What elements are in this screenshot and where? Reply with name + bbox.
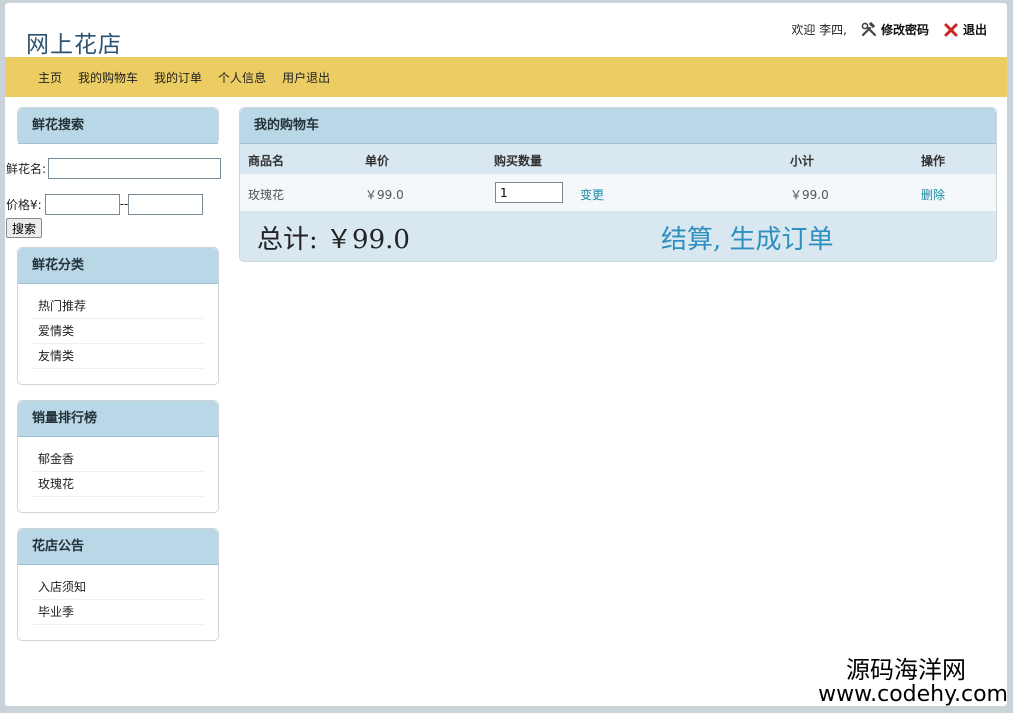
welcome-text: 欢迎 李四, — [791, 23, 847, 37]
category-item-love[interactable]: 爱情类 — [32, 319, 204, 344]
table-row: 玫瑰花 ￥99.0 变更 ￥99.0 删除 — [240, 174, 996, 211]
category-item-friendship[interactable]: 友情类 — [32, 344, 204, 369]
tools-icon — [861, 21, 877, 38]
notice-panel-title: 花店公告 — [18, 529, 218, 565]
user-bar: 欢迎 李四, 修改密码 退出 — [791, 21, 987, 38]
ranking-panel-title: 销量排行榜 — [18, 401, 218, 437]
search-button[interactable]: 搜索 — [6, 218, 43, 238]
main-nav: 主页 我的购物车 我的订单 个人信息 用户退出 — [5, 57, 1007, 97]
ranking-item-rose[interactable]: 玫瑰花 — [32, 472, 204, 497]
item-price: ￥99.0 — [365, 188, 404, 202]
delete-item-link[interactable]: 删除 — [921, 186, 945, 203]
site-title: 网上花店 — [26, 32, 122, 58]
col-action: 操作 — [921, 154, 946, 168]
checkout-link[interactable]: 结算, 生成订单 — [661, 219, 834, 256]
notice-panel: 花店公告 入店须知 毕业季 — [17, 528, 219, 641]
logout-link[interactable]: 退出 — [963, 21, 987, 38]
watermark-line-2: www.codehy.com — [818, 682, 1008, 707]
price-min-input[interactable] — [44, 193, 120, 215]
col-name: 商品名 — [248, 154, 285, 168]
category-item-hot[interactable]: 热门推荐 — [32, 294, 204, 319]
cart-panel: 我的购物车 商品名 单价 购买数量 小计 操作 玫瑰花 ￥99.0 变更 ￥99… — [239, 107, 997, 262]
watermark: 源码海洋网 www.codehy.com — [818, 657, 1008, 707]
category-panel: 鲜花分类 热门推荐 爱情类 友情类 — [17, 247, 219, 385]
item-subtotal: ￥99.0 — [790, 188, 829, 202]
close-icon — [943, 22, 959, 38]
price-separator: -- — [119, 197, 129, 211]
ranking-panel: 销量排行榜 郁金香 玫瑰花 — [17, 400, 219, 513]
search-panel-title: 鲜花搜索 — [18, 108, 218, 144]
category-panel-title: 鲜花分类 — [18, 248, 218, 284]
change-password-link[interactable]: 修改密码 — [881, 21, 929, 38]
cart-total: 总计: ￥99.0 — [257, 225, 410, 255]
col-subtotal: 小计 — [790, 154, 815, 168]
price-max-input[interactable] — [128, 193, 204, 215]
change-quantity-link[interactable]: 变更 — [580, 186, 604, 203]
col-price: 单价 — [365, 154, 390, 168]
notice-item-graduation[interactable]: 毕业季 — [32, 600, 204, 625]
nav-user-logout[interactable]: 用户退出 — [282, 69, 330, 86]
flower-name-label: 鲜花名: — [6, 161, 47, 176]
col-qty: 购买数量 — [494, 154, 543, 168]
search-panel: 鲜花搜索 — [17, 107, 219, 144]
cart-panel-title: 我的购物车 — [240, 108, 996, 144]
nav-profile[interactable]: 个人信息 — [218, 69, 266, 86]
item-name: 玫瑰花 — [248, 188, 285, 202]
page-frame: 网上花店 欢迎 李四, 修改密码 退出 主页 我的购物车 我的订单 个人信息 用… — [5, 3, 1007, 706]
flower-name-input[interactable] — [48, 157, 222, 179]
nav-my-cart[interactable]: 我的购物车 — [78, 69, 138, 86]
price-label: 价格¥: — [6, 197, 42, 212]
quantity-input[interactable] — [495, 182, 563, 203]
header: 网上花店 欢迎 李四, 修改密码 退出 — [5, 3, 1007, 58]
cart-table-header: 商品名 单价 购买数量 小计 操作 — [240, 144, 996, 174]
watermark-line-1: 源码海洋网 — [846, 656, 966, 684]
nav-home[interactable]: 主页 — [38, 69, 62, 86]
ranking-item-tulip[interactable]: 郁金香 — [32, 447, 204, 472]
notice-item-instructions[interactable]: 入店须知 — [32, 575, 204, 600]
search-form: 鲜花名: 价格¥: -- 搜索 — [6, 157, 236, 238]
nav-my-orders[interactable]: 我的订单 — [154, 69, 202, 86]
cart-total-bar: 总计: ￥99.0 结算, 生成订单 — [240, 211, 996, 261]
